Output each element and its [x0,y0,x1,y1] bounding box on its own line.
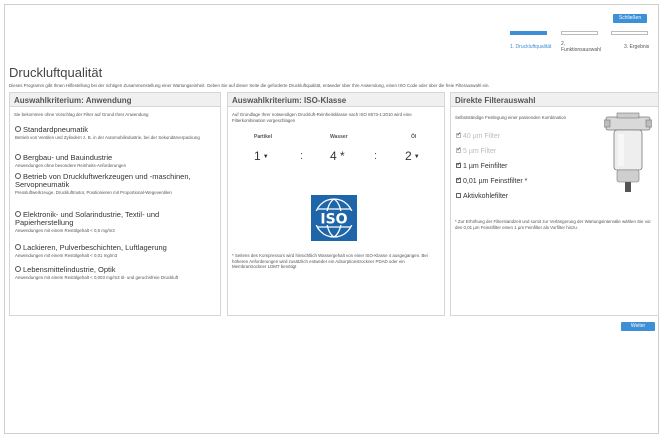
checkbox-icon[interactable] [456,161,462,169]
particle-value: 1 [254,149,261,163]
filter-5um[interactable]: 5 µm Filter [456,146,497,156]
close-button[interactable]: Schließen [613,14,647,23]
checkbox-icon[interactable] [456,131,462,139]
checkbox-icon[interactable] [456,146,462,154]
checkbox-icon[interactable] [456,193,461,198]
chevron-down-icon: ▼ [262,154,269,160]
panel-iso-footnote: * Seitens des Kompressors wird hinsichtl… [232,253,428,269]
panel-application-subtitle: Sie bekommen ohne Vorschlag der Filter a… [14,112,149,117]
panel-application: Auswahlkriterium: Anwendung Sie bekommen… [9,92,221,316]
step-indicator: 1. Druckluftqualität 2. Funktionsauswahl… [510,31,656,53]
option-desc: Betrieb von Ventilen und Zylindern z. B.… [15,135,200,140]
option-druckluftwerkzeuge[interactable]: Betrieb von Druckluftwerkzeugen und -mas… [15,173,215,196]
option-desc: Anwendungen mit einem Restölgehalt < 0,5… [15,228,115,233]
step-2-bar [561,31,598,35]
panel-filter-footnote: * Zur Erhöhung der Filterstandzeit und s… [455,219,651,230]
filter-label: 0,01 µm Feinstfilter * [463,178,528,185]
step-3-bar [611,31,648,35]
separator: : [300,150,304,162]
option-lackieren[interactable]: Lackieren, Pulverbeschichten, Luftlageru… [15,244,215,259]
panel-filter-subtitle: Selbstständige Festlegung einer passende… [455,115,567,120]
option-elektronik[interactable]: Elektronik- und Solarindustrie, Textil- … [15,211,215,234]
option-desc: Anwendungen ohne besondere Reinheits-Anf… [15,163,127,168]
oil-value: 2 [405,149,412,163]
option-label: Standardpneumatik [23,125,89,134]
checkbox-icon[interactable] [456,176,462,184]
step-3-label[interactable]: 3. Ergebnis [624,44,649,50]
filter-aktivkohle[interactable]: Aktivkohlefilter [456,193,508,201]
radio-icon[interactable] [15,126,21,132]
radio-icon[interactable] [15,244,21,250]
filter-unit-image [604,112,652,192]
option-label: Lebensmittelindustrie, Optik [23,265,116,274]
panel-iso-title: Auswahlkriterium: ISO-Klasse [228,93,444,107]
filter-1um[interactable]: 1 µm Feinfilter [456,161,508,171]
oil-select[interactable]: 2 ▼ [405,149,420,163]
radio-icon[interactable] [15,211,21,217]
iso-logo: ISO [311,195,357,241]
water-label: Wasser [330,134,348,140]
step-2-label[interactable]: 2. Funktionsauswahl [561,41,601,53]
filter-001um[interactable]: 0,01 µm Feinstfilter * [456,176,528,186]
radio-icon[interactable] [15,266,21,272]
page-title: Druckluftqualität [9,65,103,80]
particle-label: Partikel [254,134,273,140]
oil-label: Öl [411,134,417,140]
option-label: Elektronik- und Solarindustrie, Textil- … [15,210,160,227]
separator: : [374,150,378,162]
next-button[interactable]: Weiter [621,322,655,331]
option-label: Bergbau- und Bauindustrie [23,153,113,162]
panel-iso: Auswahlkriterium: ISO-Klasse Auf Grundla… [227,92,445,316]
chevron-down-icon: ▼ [413,154,420,160]
option-desc: Pressluftwerkzeuge, Druckluftmotor, Posi… [15,190,172,195]
step-1-bar [510,31,547,35]
filter-label: Aktivkohlefilter [463,193,509,200]
panel-iso-subtitle: Auf Grundlage Ihrer notwendigen Druckluf… [232,112,412,123]
filter-label: 40 µm Filter [463,133,501,140]
option-bergbau[interactable]: Bergbau- und Bauindustrie Anwendungen oh… [15,154,215,169]
option-standardpneumatik[interactable]: Standardpneumatik Betrieb von Ventilen u… [15,126,215,141]
option-desc: Anwendungen mit einem Restölgehalt < 0,0… [15,253,118,258]
iso-logo-graphic: ISO [311,195,357,241]
filter-40um[interactable]: 40 µm Filter [456,131,501,141]
panel-filter: Direkte Filterauswahl Selbstständige Fes… [450,92,659,316]
radio-icon[interactable] [15,154,21,160]
particle-select[interactable]: 1 ▼ [254,149,269,163]
panel-filter-title: Direkte Filterauswahl [451,93,658,107]
option-desc: Anwendungen mit einem Restölgehalt < 0,0… [15,275,179,280]
option-label: Lackieren, Pulverbeschichten, Luftlageru… [23,243,167,252]
filter-label: 5 µm Filter [463,148,497,155]
panel-application-title: Auswahlkriterium: Anwendung [10,93,220,107]
step-1-label[interactable]: 1. Druckluftqualität [510,44,551,50]
water-value: 4 * [330,149,345,163]
page-intro: Dieses Programm gibt Ihnen Hilfestellung… [9,83,490,88]
radio-icon[interactable] [15,173,21,179]
filter-label: 1 µm Feinfilter [463,163,508,170]
iso-logo-text: ISO [320,212,347,228]
option-label: Betrieb von Druckluftwerkzeugen und -mas… [15,172,191,189]
option-lebensmittel[interactable]: Lebensmittelindustrie, Optik Anwendungen… [15,266,185,281]
